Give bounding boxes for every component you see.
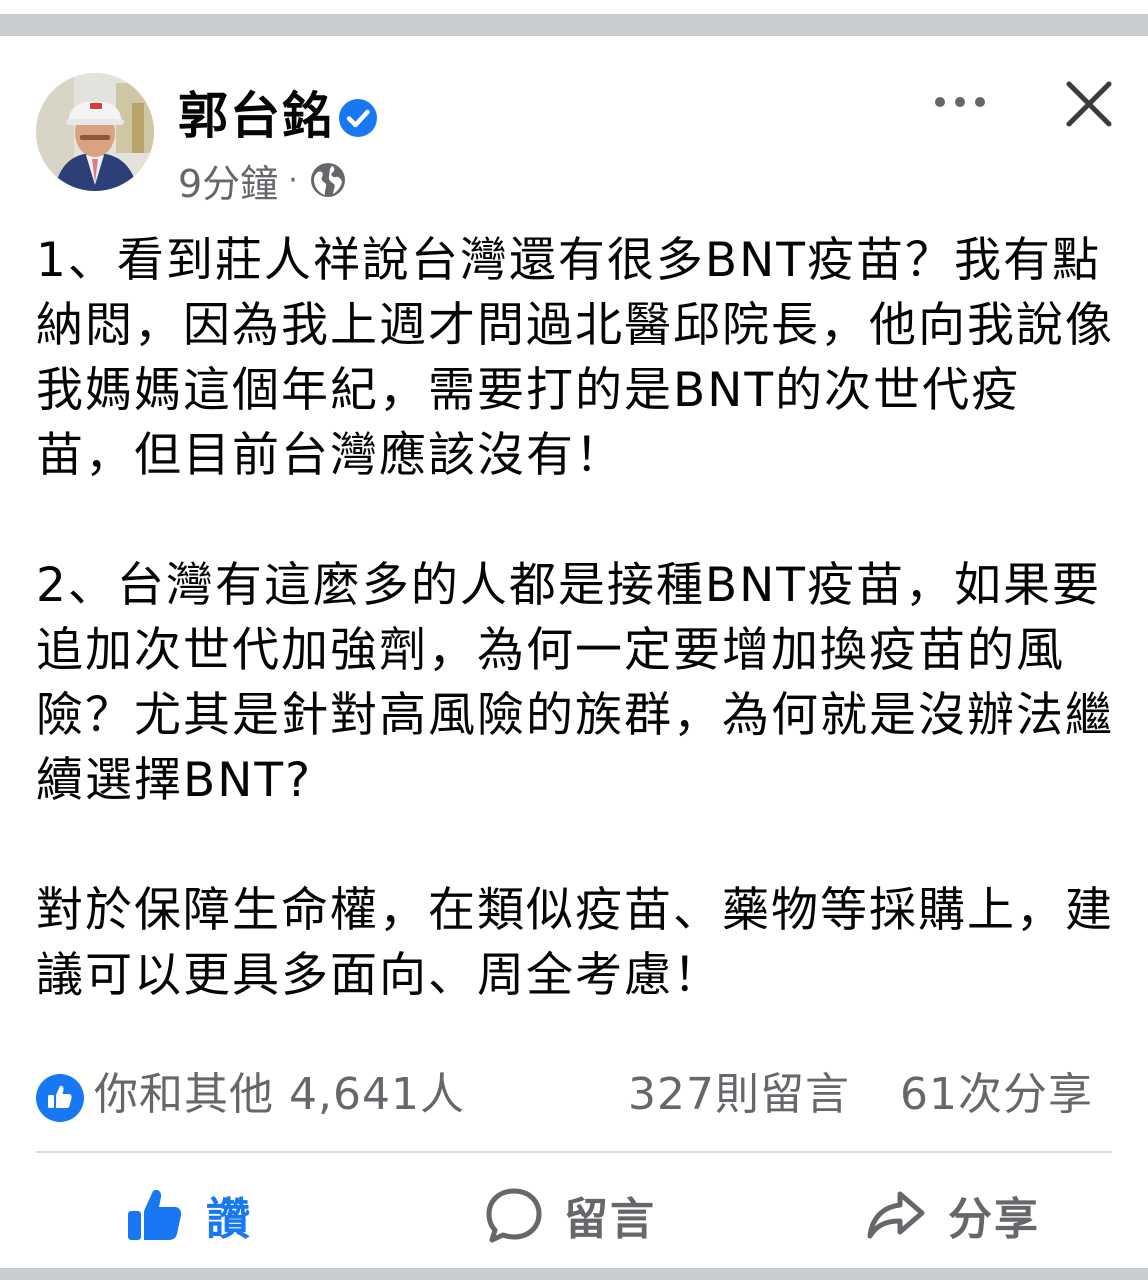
like-button[interactable]: 讚 <box>124 1170 252 1260</box>
thumbs-up-icon <box>128 1189 182 1240</box>
author-avatar[interactable] <box>36 73 154 191</box>
more-horizontal-icon[interactable] <box>930 80 990 124</box>
comment-button[interactable]: 留言 <box>484 1170 656 1260</box>
meta-separator: · <box>288 162 298 198</box>
globe-icon[interactable] <box>308 160 348 200</box>
thumbs-up-icon <box>48 1085 72 1108</box>
share-button-label: 分享 <box>948 1194 1040 1245</box>
top-frame-bar <box>0 0 1148 36</box>
post-stats-row: 你和其他 4,641人 327則留言 61次分享 <box>36 1062 1112 1128</box>
like-reaction-icon[interactable] <box>36 1074 84 1122</box>
author-name[interactable]: 郭台銘 <box>178 86 334 146</box>
reactions-count[interactable]: 你和其他 4,641人 <box>94 1062 465 1128</box>
facebook-post-screen: 郭台銘 9分鐘 · 1、看到莊人祥說台灣還有很多BNT疫苗？我有點納悶，因為我上… <box>0 0 1148 1280</box>
close-icon[interactable] <box>1064 79 1114 129</box>
shares-count[interactable]: 61次分享 <box>900 1062 1093 1128</box>
share-button[interactable]: 分享 <box>866 1170 1040 1260</box>
comments-count[interactable]: 327則留言 <box>628 1062 850 1128</box>
post-timestamp[interactable]: 9分鐘 <box>178 153 278 208</box>
bottom-frame-bar <box>0 1268 1148 1280</box>
comment-button-label: 留言 <box>564 1194 656 1245</box>
like-button-label: 讚 <box>206 1194 252 1245</box>
avatar-photo <box>36 73 154 191</box>
post-meta: 9分鐘 · <box>178 156 348 206</box>
post-body: 1、看到莊人祥說台灣還有很多BNT疫苗？我有點納悶，因為我上週才問過北醫邱院長，… <box>36 228 1114 1008</box>
share-arrow-icon <box>867 1191 925 1239</box>
post-paragraph-1: 1、看到莊人祥說台灣還有很多BNT疫苗？我有點納悶，因為我上週才問過北醫邱院長，… <box>36 233 1114 483</box>
post-paragraph-2: 2、台灣有這麼多的人都是接種BNT疫苗，如果要追加次世代加強劑，為何一定要增加換… <box>36 558 1114 808</box>
stats-divider <box>36 1151 1112 1153</box>
comment-bubble-icon <box>486 1188 542 1243</box>
post-paragraph-3: 對於保障生命權，在類似疫苗、藥物等採購上，建議可以更具多面向、周全考慮！ <box>36 883 1114 1003</box>
verified-badge-icon <box>339 99 377 137</box>
